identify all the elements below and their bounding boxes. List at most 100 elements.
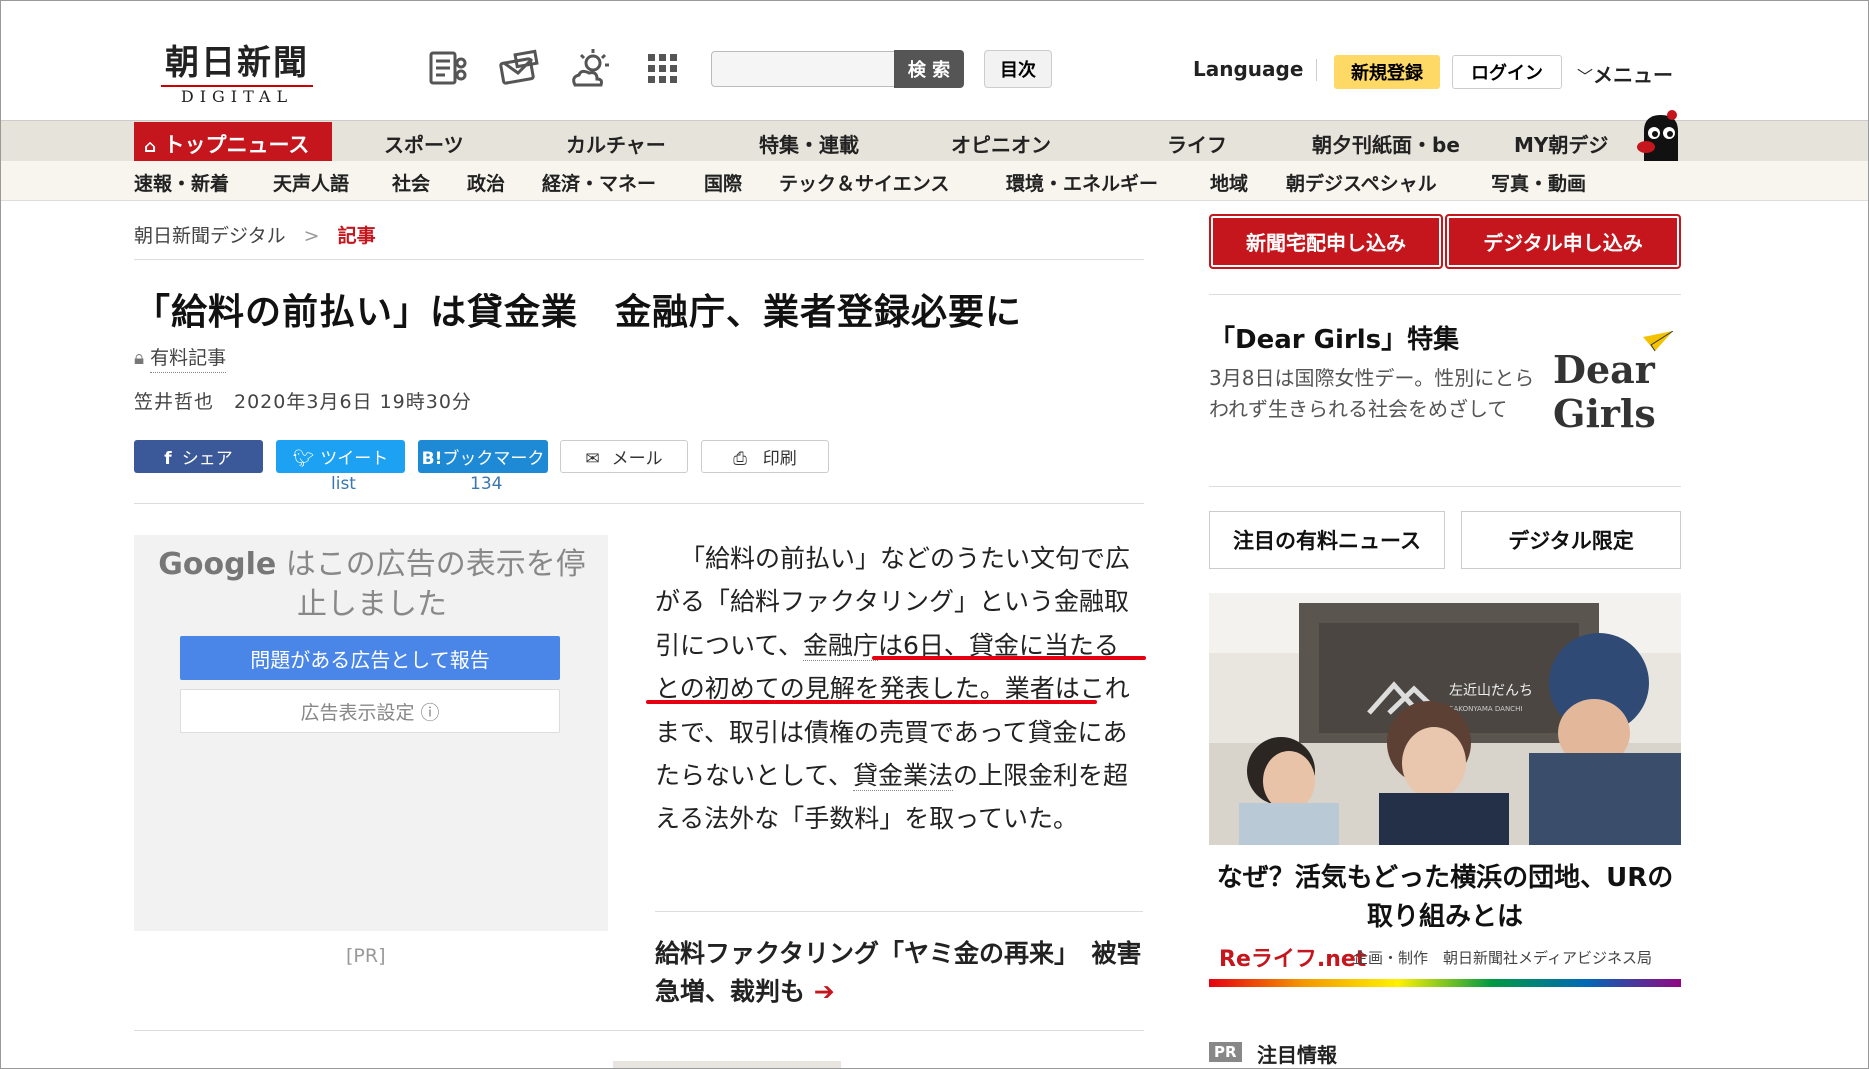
nav-culture[interactable]: カルチャー <box>566 129 666 158</box>
nav-top-news[interactable]: ⌂ トップニュース <box>134 122 332 162</box>
twitter-share-button[interactable]: 🐦︎ ツイート <box>276 440 405 473</box>
mail-button[interactable]: ✉ メール <box>560 440 688 473</box>
language-link[interactable]: Language <box>1193 57 1303 81</box>
ad-block: Google はこの広告の表示を停止しました 問題がある広告として報告 広告表示… <box>134 535 608 931</box>
newspaper-icon[interactable] <box>425 47 469 91</box>
twitter-count-link[interactable]: list <box>331 474 356 494</box>
feature-caption[interactable]: なぜ？活気もどった横浜の団地、URの取り組みとは <box>1209 859 1681 937</box>
photo-illustration: 左近山だんち SAKONYAMA DANCHI <box>1209 593 1681 845</box>
dear-girls-logo[interactable]: Dear Girls <box>1551 331 1681 451</box>
breadcrumb: 朝日新聞デジタル > 記事 <box>134 221 376 248</box>
ad-message-text: はこの広告の表示を停止しました <box>285 547 586 622</box>
notice-heading: 注目情報 <box>1257 1043 1337 1067</box>
nav-society[interactable]: 社会 <box>392 169 430 196</box>
grid-icon[interactable] <box>641 47 685 91</box>
mail-label: メール <box>611 449 663 469</box>
link-fsa[interactable]: 金融庁 <box>803 630 879 661</box>
divider <box>134 503 1144 504</box>
photo-sign-text: 左近山だんち <box>1449 683 1533 699</box>
facebook-share-button[interactable]: f シェア <box>134 440 263 473</box>
header-separator <box>1316 59 1317 81</box>
login-button[interactable]: ログイン <box>1452 55 1562 89</box>
nav-sports[interactable]: スポーツ <box>384 129 464 158</box>
print-label: 印刷 <box>762 449 797 469</box>
related-article-title: 給料ファクタリング「ヤミ金の再来」 被害急増、裁判も <box>655 939 1142 1006</box>
nav-top-news-label: トップニュース <box>163 133 310 157</box>
feature-text: 3月8日は国際女性デー。性別にとらわれず生きられる社会をめざして <box>1209 366 1535 421</box>
search-button[interactable]: 検 索 <box>894 50 964 88</box>
dear-girls-logo-text-2: Girls <box>1553 391 1656 436</box>
relife-logo[interactable]: Reライフ.net <box>1219 941 1366 973</box>
nav-economy[interactable]: 経済・マネー <box>542 169 656 196</box>
search-input[interactable] <box>711 51 896 87</box>
photo-sign-subtext: SAKONYAMA DANCHI <box>1449 705 1522 713</box>
next-section-thumb <box>613 1061 841 1068</box>
dear-girls-logo-text-1: Dear <box>1553 347 1655 392</box>
nav-features[interactable]: 特集・連載 <box>759 129 859 158</box>
article-title: 「給料の前払い」は貸金業 金融庁、業者登録必要に <box>134 292 1023 333</box>
twitter-icon: 🐦︎ <box>292 449 315 469</box>
nav-breaking[interactable]: 速報・新着 <box>134 169 229 196</box>
relife-credit: 企画・制作 朝日新聞社メディアビジネス局 <box>1353 949 1652 967</box>
toc-button[interactable]: 目次 <box>984 50 1052 88</box>
divider <box>134 259 1144 260</box>
nav-international[interactable]: 国際 <box>704 169 742 196</box>
arrow-right-icon: ➔ <box>813 977 835 1006</box>
hatena-count[interactable]: 134 <box>470 474 502 494</box>
nav-life[interactable]: ライフ <box>1167 129 1227 158</box>
browser-frame: 朝日新聞 DIGITAL 検 索 目次 Language 新規登録 ログイン ﹀… <box>0 0 1869 1069</box>
byline: 笠井哲也 2020年3月6日 19時30分 <box>134 391 472 413</box>
related-article-link[interactable]: 給料ファクタリング「ヤミ金の再来」 被害急増、裁判も ➔ <box>655 935 1143 1011</box>
menu-label: メニュー <box>1593 63 1674 87</box>
chevron-down-icon: ﹀ <box>1577 67 1594 86</box>
paid-label: 🔒︎ 有料記事 <box>134 343 227 373</box>
mascot-icon <box>1637 110 1678 161</box>
divider <box>655 911 1143 912</box>
twitter-share-label: ツイート <box>320 449 389 469</box>
hatena-bookmark-button[interactable]: B!ブックマーク <box>418 440 548 473</box>
hatena-icon: B! <box>421 449 443 469</box>
rainbow-bar <box>1209 979 1681 987</box>
tab-digital-only[interactable]: デジタル限定 <box>1461 511 1681 569</box>
secondary-nav: 速報・新着 天声人語 社会 政治 経済・マネー 国際 テック＆サイエンス 環境・… <box>1 161 1868 201</box>
hatena-label: ブックマーク <box>442 449 545 469</box>
nav-region[interactable]: 地域 <box>1210 169 1248 196</box>
nav-special[interactable]: 朝デジスペシャル <box>1286 169 1437 196</box>
nav-my-asadigi[interactable]: MY朝デジ <box>1514 129 1608 158</box>
site-logo[interactable]: 朝日新聞 DIGITAL <box>147 35 327 106</box>
breadcrumb-sep: > <box>303 225 320 247</box>
feature-photo[interactable]: 左近山だんち SAKONYAMA DANCHI <box>1209 593 1681 845</box>
feature-title[interactable]: 「Dear Girls」特集 <box>1209 319 1459 356</box>
nav-politics[interactable]: 政治 <box>467 169 505 196</box>
facebook-icon: f <box>164 449 172 469</box>
divider <box>134 1030 1144 1031</box>
menu-button[interactable]: ﹀メニュー <box>1577 59 1673 88</box>
nav-photo[interactable]: 写真・動画 <box>1491 169 1586 196</box>
ad-report-button[interactable]: 問題がある広告として報告 <box>180 636 560 680</box>
pr-label: [PR] <box>346 945 386 967</box>
divider <box>1209 486 1681 487</box>
nav-paper[interactable]: 朝夕刊紙面・be <box>1312 129 1460 158</box>
divider <box>1209 294 1681 295</box>
nav-environment[interactable]: 環境・エネルギー <box>1006 169 1158 196</box>
pr-badge: PR <box>1209 1042 1242 1062</box>
digital-signup-button[interactable]: デジタル申し込み <box>1445 214 1681 269</box>
nav-opinion[interactable]: オピニオン <box>951 129 1051 158</box>
highlight-underline <box>872 656 1146 660</box>
mail-icon: ✉ <box>585 449 600 469</box>
weather-icon[interactable] <box>569 47 613 91</box>
tab-paid-news[interactable]: 注目の有料ニュース <box>1209 511 1445 569</box>
ad-settings-button[interactable]: 広告表示設定 ⓘ <box>180 689 560 733</box>
breadcrumb-home[interactable]: 朝日新聞デジタル <box>134 225 286 247</box>
site-header: 朝日新聞 DIGITAL 検 索 目次 Language 新規登録 ログイン ﹀… <box>1 1 1868 120</box>
delivery-signup-button[interactable]: 新聞宅配申し込み <box>1209 214 1443 269</box>
link-money-lending-law[interactable]: 貸金業法 <box>853 761 954 792</box>
nav-tensei[interactable]: 天声人語 <box>273 169 349 196</box>
mail-card-icon[interactable] <box>498 47 542 91</box>
article-body: 「給料の前払い」などのうたい文句で広がる「給料ファクタリング」という金融取引につ… <box>655 537 1143 841</box>
logo-main-text: 朝日新聞 <box>165 43 309 83</box>
nav-tech[interactable]: テック＆サイエンス <box>779 169 949 196</box>
lock-icon: 🔒︎ <box>134 347 145 369</box>
register-button[interactable]: 新規登録 <box>1334 55 1440 89</box>
print-button[interactable]: ⎙ 印刷 <box>701 440 829 473</box>
